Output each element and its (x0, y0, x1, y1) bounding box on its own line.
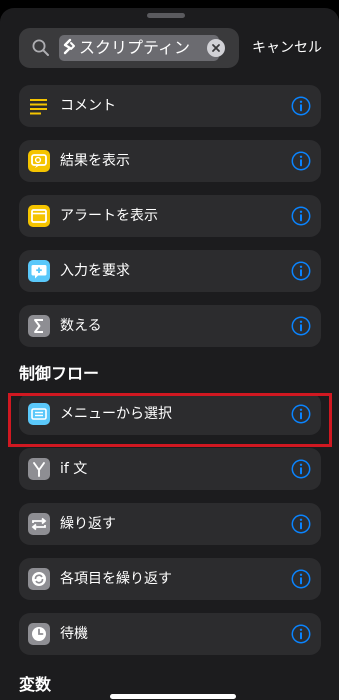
ask-input-icon (28, 260, 50, 282)
action-label: 結果を表示 (60, 153, 130, 169)
action-label: 待機 (60, 626, 88, 642)
alert-window-icon (28, 205, 50, 227)
action-label: 入力を要求 (60, 263, 130, 279)
action-row-repeat-each[interactable]: 各項目を繰り返す (19, 558, 321, 600)
action-row-comment[interactable]: コメント (19, 85, 321, 127)
clock-icon (28, 623, 50, 645)
info-icon[interactable] (291, 151, 311, 171)
action-label: コメント (60, 98, 116, 114)
repeat-icon (28, 513, 50, 535)
info-icon[interactable] (291, 514, 311, 534)
action-row-repeat[interactable]: 繰り返す (19, 503, 321, 545)
action-search-sheet: スクリプティン キャンセル コメント 結果を表示 アラートを表示 入力を要求 数… (0, 8, 339, 700)
action-row-count[interactable]: 数える (19, 305, 321, 347)
action-label: アラートを表示 (60, 208, 158, 224)
action-row-if[interactable]: if 文 (19, 448, 321, 490)
action-label: 数える (60, 318, 102, 334)
show-result-icon (28, 150, 50, 172)
search-field[interactable]: スクリプティン (19, 28, 239, 68)
section-title-variables: 変数 (19, 675, 52, 694)
action-label: if 文 (60, 461, 88, 477)
search-token[interactable]: スクリプティン (59, 35, 219, 61)
action-row-show-result[interactable]: 結果を表示 (19, 140, 321, 182)
repeat-each-icon (28, 568, 50, 590)
action-row-wait[interactable]: 待機 (19, 613, 321, 655)
comment-lines-icon (28, 95, 50, 117)
scripting-icon (63, 38, 75, 55)
cancel-button[interactable]: キャンセル (252, 36, 322, 60)
search-query: スクリプティン (79, 38, 191, 57)
info-icon[interactable] (291, 206, 311, 226)
sheet-grabber[interactable] (147, 13, 185, 18)
action-label: 各項目を繰り返す (60, 571, 172, 587)
action-row-ask-input[interactable]: 入力を要求 (19, 250, 321, 292)
info-icon[interactable] (291, 316, 311, 336)
info-icon[interactable] (291, 96, 311, 116)
section-title-control-flow: 制御フロー (19, 364, 100, 383)
sigma-icon (28, 315, 50, 337)
info-icon[interactable] (291, 569, 311, 589)
branch-icon (28, 458, 50, 480)
info-icon[interactable] (291, 261, 311, 281)
action-label: 繰り返す (60, 516, 116, 532)
search-icon (32, 39, 49, 56)
action-row-show-alert[interactable]: アラートを表示 (19, 195, 321, 237)
info-icon[interactable] (291, 459, 311, 479)
clear-search-icon[interactable] (207, 39, 225, 57)
info-icon[interactable] (291, 624, 311, 644)
highlight-annotation (8, 393, 332, 447)
home-indicator[interactable] (110, 694, 236, 699)
